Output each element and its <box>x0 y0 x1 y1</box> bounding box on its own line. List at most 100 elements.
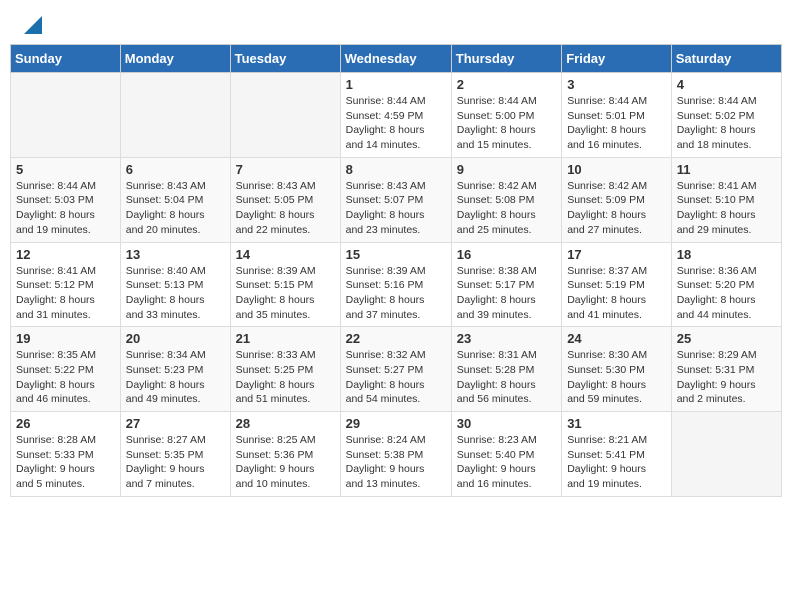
calendar-cell <box>230 73 340 158</box>
weekday-header-monday: Monday <box>120 45 230 73</box>
calendar-cell: 16 Sunrise: 8:38 AM Sunset: 5:17 PM Dayli… <box>451 242 561 327</box>
day-info: Sunrise: 8:39 AM Sunset: 5:15 PM Dayligh… <box>236 264 335 323</box>
day-info: Sunrise: 8:44 AM Sunset: 5:00 PM Dayligh… <box>457 94 556 153</box>
day-info: Sunrise: 8:31 AM Sunset: 5:28 PM Dayligh… <box>457 348 556 407</box>
day-info: Sunrise: 8:38 AM Sunset: 5:17 PM Dayligh… <box>457 264 556 323</box>
weekday-header-thursday: Thursday <box>451 45 561 73</box>
day-info: Sunrise: 8:44 AM Sunset: 5:01 PM Dayligh… <box>567 94 666 153</box>
day-number: 2 <box>457 77 556 92</box>
calendar-cell: 20Sunrise: 8:34 AM Sunset: 5:23 PM Dayli… <box>120 327 230 412</box>
day-info: Sunrise: 8:44 AM Sunset: 4:59 PM Dayligh… <box>346 94 446 153</box>
calendar-cell: 8 Sunrise: 8:43 AM Sunset: 5:07 PM Daylig… <box>340 157 451 242</box>
day-info: Sunrise: 8:42 AM Sunset: 5:08 PM Dayligh… <box>457 179 556 238</box>
day-info: Sunrise: 8:39 AM Sunset: 5:16 PM Dayligh… <box>346 264 446 323</box>
day-info: Sunrise: 8:23 AM Sunset: 5:40 PM Dayligh… <box>457 433 556 492</box>
calendar-week-1: 1 Sunrise: 8:44 AM Sunset: 4:59 PM Daylig… <box>11 73 782 158</box>
calendar-cell: 14 Sunrise: 8:39 AM Sunset: 5:15 PM Dayli… <box>230 242 340 327</box>
day-info: Sunrise: 8:35 AM Sunset: 5:22 PM Dayligh… <box>16 348 115 407</box>
calendar-cell <box>120 73 230 158</box>
day-number: 10 <box>567 162 666 177</box>
day-number: 5 <box>16 162 115 177</box>
calendar-cell: 22Sunrise: 8:32 AM Sunset: 5:27 PM Dayli… <box>340 327 451 412</box>
day-info: Sunrise: 8:40 AM Sunset: 5:13 PM Dayligh… <box>126 264 225 323</box>
day-number: 21 <box>236 331 335 346</box>
day-info: Sunrise: 8:27 AM Sunset: 5:35 PM Dayligh… <box>126 433 225 492</box>
calendar-cell: 25 Sunrise: 8:29 AM Sunset: 5:31 PM Dayli… <box>671 327 781 412</box>
calendar-cell: 26 Sunrise: 8:28 AM Sunset: 5:33 PM Dayli… <box>11 412 121 497</box>
day-info: Sunrise: 8:43 AM Sunset: 5:07 PM Dayligh… <box>346 179 446 238</box>
day-info: Sunrise: 8:41 AM Sunset: 5:12 PM Dayligh… <box>16 264 115 323</box>
calendar-cell: 17Sunrise: 8:37 AM Sunset: 5:19 PM Dayli… <box>562 242 672 327</box>
calendar-week-3: 12Sunrise: 8:41 AM Sunset: 5:12 PM Dayli… <box>11 242 782 327</box>
day-number: 13 <box>126 247 225 262</box>
day-number: 6 <box>126 162 225 177</box>
calendar-week-5: 26 Sunrise: 8:28 AM Sunset: 5:33 PM Dayli… <box>11 412 782 497</box>
page-header <box>0 0 792 44</box>
calendar-cell: 29 Sunrise: 8:24 AM Sunset: 5:38 PM Dayli… <box>340 412 451 497</box>
calendar-cell: 18Sunrise: 8:36 AM Sunset: 5:20 PM Dayli… <box>671 242 781 327</box>
day-number: 29 <box>346 416 446 431</box>
calendar-week-2: 5 Sunrise: 8:44 AM Sunset: 5:03 PM Daylig… <box>11 157 782 242</box>
day-info: Sunrise: 8:32 AM Sunset: 5:27 PM Dayligh… <box>346 348 446 407</box>
weekday-header-sunday: Sunday <box>11 45 121 73</box>
weekday-header-tuesday: Tuesday <box>230 45 340 73</box>
day-info: Sunrise: 8:43 AM Sunset: 5:05 PM Dayligh… <box>236 179 335 238</box>
day-number: 27 <box>126 416 225 431</box>
day-number: 26 <box>16 416 115 431</box>
day-info: Sunrise: 8:44 AM Sunset: 5:02 PM Dayligh… <box>677 94 776 153</box>
weekday-header-friday: Friday <box>562 45 672 73</box>
day-number: 1 <box>346 77 446 92</box>
day-number: 17 <box>567 247 666 262</box>
day-number: 30 <box>457 416 556 431</box>
calendar-cell: 4 Sunrise: 8:44 AM Sunset: 5:02 PM Daylig… <box>671 73 781 158</box>
day-number: 14 <box>236 247 335 262</box>
day-number: 24 <box>567 331 666 346</box>
day-info: Sunrise: 8:21 AM Sunset: 5:41 PM Dayligh… <box>567 433 666 492</box>
weekday-header-row: SundayMondayTuesdayWednesdayThursdayFrid… <box>11 45 782 73</box>
calendar-cell <box>11 73 121 158</box>
calendar-cell: 1 Sunrise: 8:44 AM Sunset: 4:59 PM Daylig… <box>340 73 451 158</box>
calendar-cell <box>671 412 781 497</box>
day-number: 25 <box>677 331 776 346</box>
day-number: 23 <box>457 331 556 346</box>
day-info: Sunrise: 8:25 AM Sunset: 5:36 PM Dayligh… <box>236 433 335 492</box>
day-info: Sunrise: 8:36 AM Sunset: 5:20 PM Dayligh… <box>677 264 776 323</box>
day-number: 7 <box>236 162 335 177</box>
calendar-cell: 12Sunrise: 8:41 AM Sunset: 5:12 PM Dayli… <box>11 242 121 327</box>
calendar-cell: 2 Sunrise: 8:44 AM Sunset: 5:00 PM Daylig… <box>451 73 561 158</box>
day-info: Sunrise: 8:24 AM Sunset: 5:38 PM Dayligh… <box>346 433 446 492</box>
calendar-cell: 5 Sunrise: 8:44 AM Sunset: 5:03 PM Daylig… <box>11 157 121 242</box>
day-number: 8 <box>346 162 446 177</box>
calendar-cell: 10 Sunrise: 8:42 AM Sunset: 5:09 PM Dayli… <box>562 157 672 242</box>
calendar-cell: 27 Sunrise: 8:27 AM Sunset: 5:35 PM Dayli… <box>120 412 230 497</box>
day-number: 9 <box>457 162 556 177</box>
calendar-cell: 24 Sunrise: 8:30 AM Sunset: 5:30 PM Dayli… <box>562 327 672 412</box>
logo <box>20 16 42 36</box>
logo-icon <box>24 16 42 34</box>
calendar-cell: 9 Sunrise: 8:42 AM Sunset: 5:08 PM Daylig… <box>451 157 561 242</box>
day-info: Sunrise: 8:43 AM Sunset: 5:04 PM Dayligh… <box>126 179 225 238</box>
calendar-cell: 15 Sunrise: 8:39 AM Sunset: 5:16 PM Dayli… <box>340 242 451 327</box>
day-number: 16 <box>457 247 556 262</box>
day-number: 15 <box>346 247 446 262</box>
day-number: 4 <box>677 77 776 92</box>
calendar-cell: 28 Sunrise: 8:25 AM Sunset: 5:36 PM Dayli… <box>230 412 340 497</box>
day-info: Sunrise: 8:30 AM Sunset: 5:30 PM Dayligh… <box>567 348 666 407</box>
day-number: 11 <box>677 162 776 177</box>
day-info: Sunrise: 8:29 AM Sunset: 5:31 PM Dayligh… <box>677 348 776 407</box>
day-info: Sunrise: 8:41 AM Sunset: 5:10 PM Dayligh… <box>677 179 776 238</box>
calendar-table: SundayMondayTuesdayWednesdayThursdayFrid… <box>10 44 782 497</box>
weekday-header-saturday: Saturday <box>671 45 781 73</box>
calendar-cell: 13 Sunrise: 8:40 AM Sunset: 5:13 PM Dayli… <box>120 242 230 327</box>
calendar-cell: 21Sunrise: 8:33 AM Sunset: 5:25 PM Dayli… <box>230 327 340 412</box>
day-number: 28 <box>236 416 335 431</box>
day-info: Sunrise: 8:28 AM Sunset: 5:33 PM Dayligh… <box>16 433 115 492</box>
day-number: 20 <box>126 331 225 346</box>
weekday-header-wednesday: Wednesday <box>340 45 451 73</box>
calendar-cell: 3Sunrise: 8:44 AM Sunset: 5:01 PM Daylig… <box>562 73 672 158</box>
day-info: Sunrise: 8:42 AM Sunset: 5:09 PM Dayligh… <box>567 179 666 238</box>
day-number: 19 <box>16 331 115 346</box>
calendar-cell: 7 Sunrise: 8:43 AM Sunset: 5:05 PM Daylig… <box>230 157 340 242</box>
day-info: Sunrise: 8:44 AM Sunset: 5:03 PM Dayligh… <box>16 179 115 238</box>
calendar-cell: 23 Sunrise: 8:31 AM Sunset: 5:28 PM Dayli… <box>451 327 561 412</box>
